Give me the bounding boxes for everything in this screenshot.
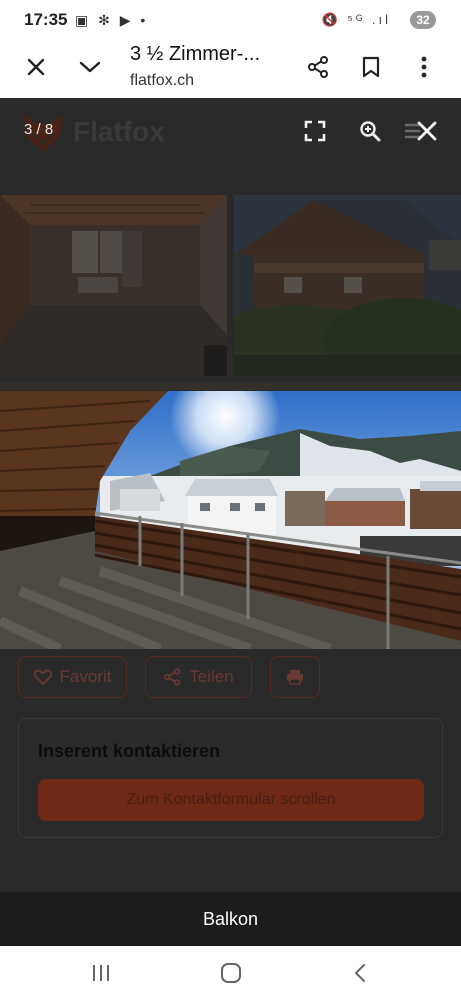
bookmark-icon[interactable] — [356, 52, 386, 82]
printer-icon — [287, 670, 303, 685]
image-viewer-overlay: Flatfox 3 / 8 Favorit Teilen Inserent ko… — [0, 98, 461, 946]
recent-apps-icon[interactable] — [86, 961, 116, 985]
browser-toolbar: 3 ½ Zimmer-... flatfox.ch — [0, 40, 461, 98]
heart-icon — [33, 669, 52, 685]
page-url: flatfox.ch — [130, 72, 195, 89]
status-notification-icons: ▣ ✻ ▶ • — [75, 12, 149, 28]
print-button[interactable] — [270, 656, 320, 698]
fullscreen-icon[interactable] — [300, 116, 330, 146]
status-time: 17:35 — [24, 10, 68, 29]
site-logo-text: Flatfox — [73, 116, 165, 147]
site-header: Flatfox 3 / 8 — [0, 98, 461, 168]
share-label: Teilen — [189, 667, 234, 686]
back-icon[interactable] — [345, 961, 375, 985]
favorite-button[interactable]: Favorit — [18, 656, 127, 698]
exterior-photo — [234, 195, 461, 376]
balcony-photo — [0, 391, 461, 649]
thumbnail-interior[interactable] — [0, 195, 227, 376]
contact-card: Inserent kontaktieren Zum Kontaktformula… — [18, 718, 443, 838]
status-system-icons: 🔇 ⁵ᴳ .ıl — [321, 12, 391, 27]
contact-title: Inserent kontaktieren — [38, 741, 221, 761]
zoom-in-icon[interactable] — [355, 116, 385, 146]
scroll-to-contact-form-button[interactable]: Zum Kontaktformular scrollen — [38, 779, 424, 821]
share-small-icon — [164, 668, 181, 686]
favorite-label: Favorit — [59, 667, 112, 686]
interior-photo — [0, 195, 227, 376]
system-navigation-bar — [0, 946, 461, 1000]
close-icon[interactable] — [21, 52, 51, 82]
share-icon[interactable] — [303, 52, 333, 82]
image-caption: Balkon — [0, 892, 461, 946]
status-bar: 17:35 ▣ ✻ ▶ • 🔇 ⁵ᴳ .ıl 32 — [0, 0, 461, 40]
image-strip-divider — [0, 382, 461, 390]
home-icon[interactable] — [216, 961, 246, 985]
thumbnail-exterior[interactable] — [234, 195, 461, 376]
page-title: 3 ½ Zimmer-... — [130, 43, 261, 65]
share-button[interactable]: Teilen — [145, 656, 252, 698]
chevron-down-icon[interactable] — [75, 52, 105, 82]
close-viewer-icon[interactable] — [412, 116, 442, 146]
main-photo-balcony[interactable] — [0, 391, 461, 649]
more-options-icon[interactable] — [409, 52, 439, 82]
image-counter: 3 / 8 — [24, 121, 54, 138]
battery-icon: 32 — [410, 11, 436, 29]
